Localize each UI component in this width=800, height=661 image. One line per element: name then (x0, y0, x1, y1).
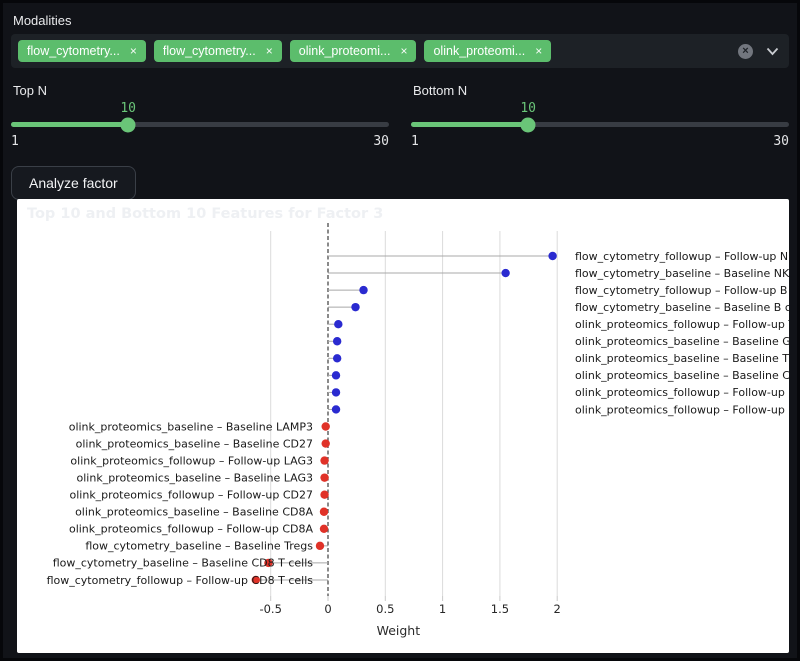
negative-weight-dot (320, 508, 328, 516)
feature-label: flow_cytometry_baseline – Baseline CD8 T… (53, 557, 314, 570)
bottom-n-slider-track[interactable] (411, 122, 789, 127)
feature-label: olink_proteomics_followup – Follow-up CC… (575, 386, 789, 399)
top-n-slider-handle[interactable] (121, 117, 136, 132)
modality-tag[interactable]: olink_proteomi... × (424, 40, 551, 62)
remove-tag-icon[interactable]: × (130, 45, 137, 57)
modality-tag-label: olink_proteomi... (433, 44, 525, 58)
positive-weight-dot (501, 269, 509, 277)
positive-weight-dot (334, 320, 342, 328)
top-n-slider-fill (11, 122, 128, 127)
feature-label: olink_proteomics_followup – Follow-up LA… (70, 454, 313, 467)
negative-weight-dot (320, 491, 328, 499)
negative-weight-dot (320, 525, 328, 533)
positive-weight-dot (332, 371, 340, 379)
top-n-label: Top N (13, 83, 389, 98)
feature-label: flow_cytometry_baseline – Baseline NK ce… (575, 267, 789, 280)
feature-label: flow_cytometry_baseline – Baseline Tregs (85, 540, 313, 553)
top-n-slider-track[interactable] (11, 122, 389, 127)
bottom-n-label: Bottom N (413, 83, 789, 98)
modality-tag-label: olink_proteomi... (299, 44, 391, 58)
feature-label: olink_proteomics_followup – Follow-up CD… (69, 523, 314, 536)
negative-weight-dot (322, 422, 330, 430)
top-n-min: 1 (11, 134, 19, 149)
top-n-slider[interactable]: 10 1 30 (11, 122, 389, 149)
positive-weight-dot (332, 388, 340, 396)
feature-label: olink_proteomics_baseline – Baseline LAG… (77, 471, 313, 484)
positive-weight-dot (359, 286, 367, 294)
x-tick-label: -0.5 (259, 602, 281, 616)
clear-all-icon[interactable]: × (738, 44, 753, 59)
positive-weight-dot (332, 405, 340, 413)
x-tick-label: 1 (439, 602, 446, 616)
feature-label: olink_proteomics_followup – Follow-up GZ… (575, 403, 789, 416)
app-window: Modalities flow_cytometry... × flow_cyto… (0, 0, 800, 661)
analyze-factor-button[interactable]: Analyze factor (11, 166, 136, 200)
feature-label: flow_cytometry_followup – Follow-up NK c… (575, 250, 789, 263)
feature-label: olink_proteomics_baseline – Baseline CD2… (76, 437, 313, 450)
bottom-n-max: 30 (773, 134, 789, 149)
feature-label: olink_proteomics_followup – Follow-up CD… (70, 489, 314, 502)
bottom-n-slider-handle[interactable] (521, 117, 536, 132)
chevron-down-icon[interactable] (766, 47, 779, 56)
selected-modality-tags: flow_cytometry... × flow_cytometry... × … (18, 40, 738, 62)
negative-weight-dot (316, 542, 324, 550)
negative-weight-dot (322, 439, 330, 447)
feature-label: olink_proteomics_baseline – Baseline CD8… (75, 506, 313, 519)
positive-weight-dot (548, 252, 556, 260)
bottom-n-slider-fill (411, 122, 528, 127)
top-n-max: 30 (373, 134, 389, 149)
bottom-n-value: 10 (520, 101, 536, 116)
modality-tag[interactable]: flow_cytometry... × (154, 40, 282, 62)
feature-label: olink_proteomics_baseline – Baseline CCL… (575, 369, 789, 382)
modality-tag-label: flow_cytometry... (27, 44, 120, 58)
bottom-n-min: 1 (411, 134, 419, 149)
feature-label: flow_cytometry_followup – Follow-up B ce… (575, 284, 789, 297)
feature-label: flow_cytometry_baseline – Baseline B cel… (575, 301, 789, 314)
negative-weight-dot (320, 456, 328, 464)
feature-label: olink_proteomics_baseline – Baseline LAM… (69, 420, 313, 433)
positive-weight-dot (351, 303, 359, 311)
remove-tag-icon[interactable]: × (400, 45, 407, 57)
positive-weight-dot (333, 354, 341, 362)
feature-label: olink_proteomics_followup – Follow-up TN… (575, 318, 789, 331)
remove-tag-icon[interactable]: × (535, 45, 542, 57)
modality-tag-label: flow_cytometry... (163, 44, 256, 58)
top-n-value: 10 (120, 101, 136, 116)
remove-tag-icon[interactable]: × (266, 45, 273, 57)
feature-label: flow_cytometry_followup – Follow-up CD8 … (47, 574, 314, 587)
positive-weight-dot (333, 337, 341, 345)
x-tick-label: 2 (554, 602, 561, 616)
modalities-multiselect[interactable]: flow_cytometry... × flow_cytometry... × … (11, 34, 789, 68)
x-tick-label: 1.5 (491, 602, 509, 616)
bottom-n-slider[interactable]: 10 1 30 (411, 122, 789, 149)
x-tick-label: 0 (324, 602, 331, 616)
feature-label: olink_proteomics_baseline – Baseline GZM… (575, 335, 789, 348)
modality-tag[interactable]: flow_cytometry... × (18, 40, 146, 62)
x-axis-label: Weight (377, 623, 421, 638)
factor-weights-chart-panel: Top 10 and Bottom 10 Features for Factor… (17, 199, 789, 653)
negative-weight-dot (320, 473, 328, 481)
factor-weights-dot-plot: -0.5 0 0.5 1 1.5 2 Weight flow_cytometry_follow… (17, 199, 789, 653)
x-tick-label: 0.5 (376, 602, 394, 616)
feature-label: olink_proteomics_baseline – Baseline TNF… (575, 352, 789, 365)
modalities-label: Modalities (13, 13, 789, 28)
modality-tag[interactable]: olink_proteomi... × (290, 40, 417, 62)
